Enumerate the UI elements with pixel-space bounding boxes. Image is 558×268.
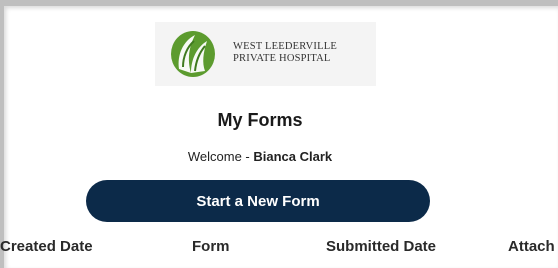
page-title: My Forms bbox=[217, 110, 303, 130]
column-header-attachments[interactable]: Attach bbox=[508, 238, 555, 255]
column-header-submitted-date[interactable]: Submitted Date bbox=[326, 238, 436, 255]
start-new-form-button[interactable]: Start a New Form bbox=[86, 180, 430, 222]
welcome-prefix: Welcome - bbox=[187, 149, 254, 164]
logo-text: WEST LEEDERVILLE PRIVATE HOSPITAL bbox=[233, 41, 337, 65]
hospital-leaf-logo-icon bbox=[171, 31, 215, 77]
logo-line-1: WEST LEEDERVILLE bbox=[233, 41, 337, 52]
hospital-logo: WEST LEEDERVILLE PRIVATE HOSPITAL bbox=[155, 22, 376, 86]
user-name: Bianca Clark bbox=[253, 149, 333, 164]
column-header-form[interactable]: Form bbox=[192, 238, 230, 255]
column-header-created-date[interactable]: Created Date bbox=[0, 238, 93, 255]
logo-line-2: PRIVATE HOSPITAL bbox=[233, 53, 331, 64]
welcome-message: Welcome - Bianca Clark bbox=[0, 149, 520, 164]
